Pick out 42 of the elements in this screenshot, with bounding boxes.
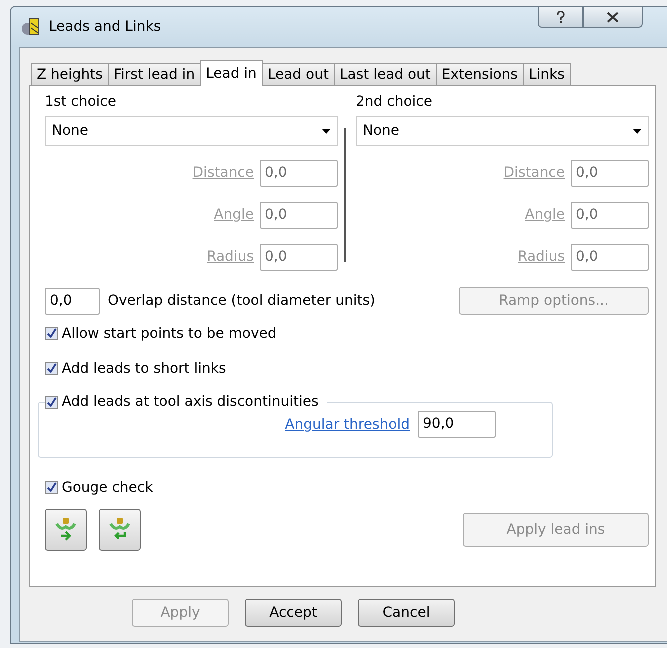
choice-heading: 2nd choice [356,93,434,112]
dropdown-arrow-icon [322,128,331,134]
tab[interactable]: Lead out [262,63,335,85]
dropdown-arrow-icon [633,128,642,134]
checkbox-label: Allow start points to be moved [62,326,277,342]
tab[interactable]: Links [522,63,571,85]
help-icon [556,11,566,23]
tool-arrow-icon [55,517,77,543]
tab[interactable]: Z heights [31,63,109,85]
checkbox[interactable] [45,396,58,408]
tab[interactable]: Extensions [436,63,524,85]
window-title: Leads and Links [49,19,162,35]
dialog-button[interactable]: Cancel [358,599,455,627]
field-label: Radius [207,249,254,265]
threshold-field[interactable]: 90,0 [418,411,496,438]
field-label: Distance [192,165,254,181]
checkbox-label: Gouge check [62,480,154,496]
close-icon [607,12,619,22]
checkbox[interactable] [45,362,58,375]
angular-threshold-link[interactable]: Angular threshold [285,416,410,432]
field-label: Angle [214,207,254,223]
overlap-field[interactable]: 0,0 [45,288,100,314]
tool-button[interactable] [45,509,87,551]
field-label: Distance [504,165,565,181]
close-button[interactable] [583,6,643,28]
tab[interactable]: First lead in [108,63,202,85]
checkbox-label: Add leads to short links [62,360,226,376]
tool-button[interactable] [99,509,141,551]
lead-type-dropdown[interactable]: None [45,116,338,146]
field-label: Angle [525,207,565,223]
tab[interactable]: Lead in [200,60,263,86]
checkbox[interactable] [45,327,58,340]
choice-heading: 1st choice [45,93,118,112]
checkbox[interactable] [45,481,58,494]
app-icon [21,18,41,36]
help-button[interactable] [538,6,583,28]
lead-type-dropdown[interactable]: None [356,116,649,146]
overlap-label: Overlap distance (tool diameter units) [108,293,376,309]
field-label: Radius [518,249,565,265]
tab[interactable]: Last lead out [334,63,437,85]
checkbox-label: Add leads at tool axis discontinuities [62,394,319,410]
dialog-button[interactable]: Accept [245,599,342,627]
